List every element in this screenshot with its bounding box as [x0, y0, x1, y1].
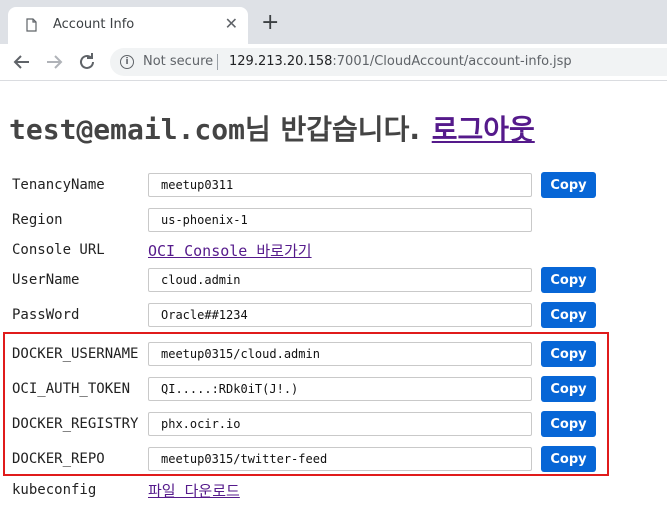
- tenancyname-field[interactable]: [148, 173, 532, 197]
- field-label: Console URL: [12, 242, 105, 258]
- address-bar[interactable]: i Not secure 129.213.20.158:7001/CloudAc…: [110, 48, 667, 76]
- close-tab-icon[interactable]: ✕: [225, 15, 238, 33]
- divider: [217, 54, 218, 70]
- console-link[interactable]: OCI Console 바로가기: [148, 240, 312, 261]
- field-label: Region: [12, 212, 63, 228]
- docker-registry-field[interactable]: [148, 412, 532, 436]
- copy-button[interactable]: Copy: [541, 302, 596, 328]
- url-path: :7001/CloudAccount/account-info.jsp: [332, 54, 572, 69]
- password-field[interactable]: [148, 303, 532, 327]
- url-host: 129.213.20.158: [229, 54, 333, 69]
- copy-button[interactable]: Copy: [541, 172, 596, 198]
- docker-username-field[interactable]: [148, 342, 532, 366]
- copy-button[interactable]: Copy: [541, 341, 596, 367]
- field-label: DOCKER_REGISTRY: [12, 416, 139, 432]
- copy-button[interactable]: Copy: [541, 267, 596, 293]
- field-label: DOCKER_REPO: [12, 451, 105, 467]
- page-icon: [26, 18, 37, 32]
- copy-button[interactable]: Copy: [541, 376, 596, 402]
- logout-link[interactable]: 로그아웃: [432, 113, 535, 146]
- field-label: OCI_AUTH_TOKEN: [12, 381, 131, 397]
- tab-strip: Account Info ✕ +: [0, 0, 667, 44]
- tab-title: Account Info: [53, 17, 135, 32]
- reload-icon[interactable]: [75, 50, 99, 74]
- forward-icon[interactable]: [42, 50, 66, 74]
- username-field[interactable]: [148, 268, 532, 292]
- region-field[interactable]: [148, 208, 532, 232]
- copy-button[interactable]: Copy: [541, 446, 596, 472]
- field-label: kubeconfig: [12, 482, 97, 498]
- docker-repo-field[interactable]: [148, 447, 532, 471]
- info-icon[interactable]: i: [120, 55, 134, 69]
- greeting-suffix: 님 반갑습니다.: [245, 113, 420, 146]
- greeting-email: test@email.com: [9, 113, 246, 146]
- new-tab-icon[interactable]: +: [261, 12, 279, 34]
- tab-account-info[interactable]: Account Info ✕: [8, 7, 248, 44]
- greeting-heading: test@email.com님 반갑습니다. 로그아웃: [9, 108, 535, 148]
- url-text: 129.213.20.158:7001/CloudAccount/account…: [229, 54, 572, 69]
- field-label: TenancyName: [12, 177, 105, 193]
- field-label: UserName: [12, 272, 80, 288]
- browser-toolbar: i Not secure 129.213.20.158:7001/CloudAc…: [0, 44, 667, 81]
- security-indicator: Not secure: [143, 54, 214, 69]
- back-icon[interactable]: [10, 50, 34, 74]
- field-label: PassWord: [12, 307, 80, 323]
- field-label: DOCKER_USERNAME: [12, 346, 139, 362]
- copy-button[interactable]: Copy: [541, 411, 596, 437]
- oci-auth-token-field[interactable]: [148, 377, 532, 401]
- kubeconfig-download-link[interactable]: 파일 다운로드: [148, 480, 240, 501]
